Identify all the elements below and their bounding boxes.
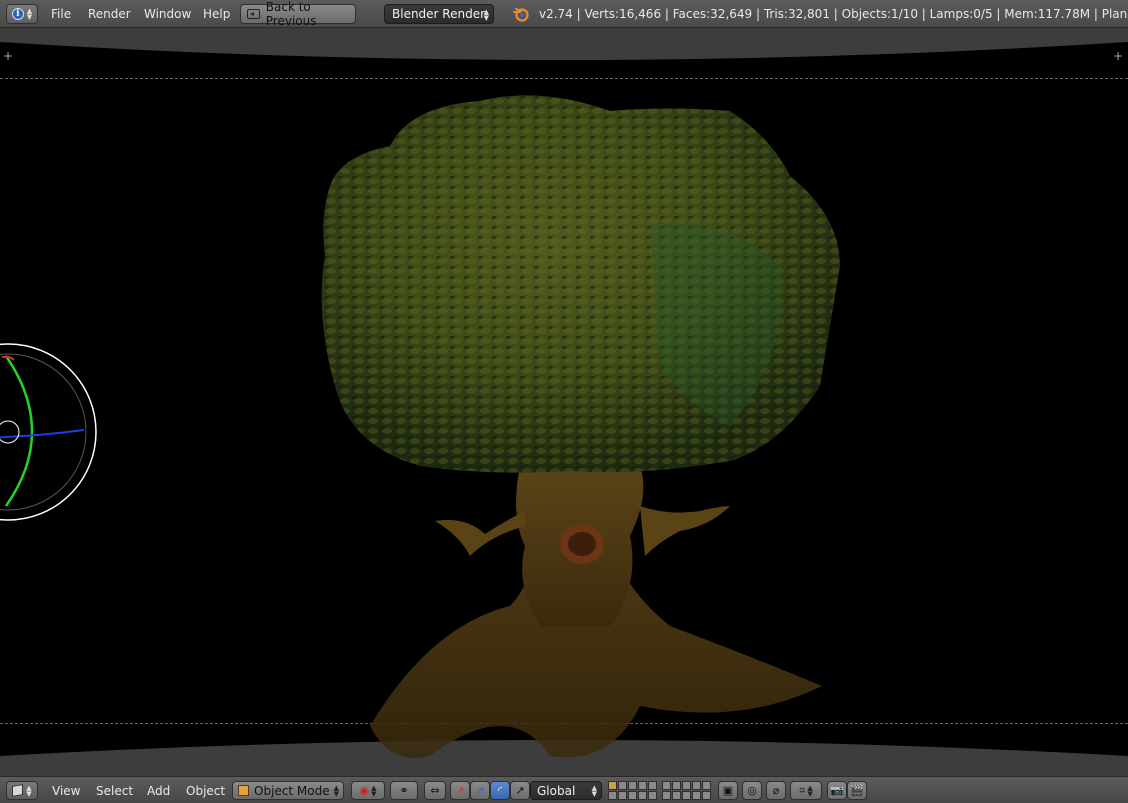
editor-type-button[interactable]: i ▲ ▼ <box>6 4 38 24</box>
layer-button[interactable] <box>662 791 671 800</box>
updown-arrows-icon: ▲ ▼ <box>26 7 33 21</box>
object-mode-icon <box>238 785 249 796</box>
menu-add[interactable]: Add <box>147 784 170 798</box>
render-engine-label: Blender Render <box>392 7 486 21</box>
layer-button[interactable] <box>638 781 647 790</box>
transform-orientation-label: Global <box>537 783 576 798</box>
viewport-top-band <box>0 28 1128 60</box>
translate-icon: ↗ <box>455 784 465 797</box>
layer-button[interactable] <box>692 781 701 790</box>
back-icon <box>247 9 260 19</box>
render-engine-select[interactable]: Blender Render ▲ ▼ <box>384 4 494 24</box>
rotate-icon: ◜ <box>497 784 503 797</box>
updown-arrows-icon: ▲ ▼ <box>483 8 489 22</box>
layer-button[interactable] <box>682 781 691 790</box>
manipulator-toggle-button[interactable]: ⇔ <box>424 781 446 800</box>
layer-button[interactable] <box>672 791 681 800</box>
updown-arrows-icon: ▲ ▼ <box>26 783 32 798</box>
transform-orientation-select[interactable]: Global ▲ ▼ <box>530 781 602 800</box>
layer-button[interactable] <box>702 791 711 800</box>
layer-button[interactable] <box>702 781 711 790</box>
updown-arrows-icon: ▲ ▼ <box>371 783 377 798</box>
layer-button[interactable] <box>618 781 627 790</box>
scene-layers-group-1[interactable] <box>608 781 657 800</box>
proportional-edit-button[interactable]: ◎ <box>742 781 762 800</box>
rotate-icon: ↗ <box>475 784 485 797</box>
layer-button[interactable] <box>638 791 647 800</box>
snap-target-icon: ⌗ <box>799 784 806 797</box>
layer-button[interactable] <box>608 791 617 800</box>
layer-button[interactable] <box>682 791 691 800</box>
rotate-manipulator-gizmo[interactable] <box>0 342 98 522</box>
blender-logo-icon <box>513 8 529 22</box>
area-split-icon[interactable]: + <box>1113 49 1123 63</box>
layer-button[interactable] <box>672 781 681 790</box>
scale-icon: ↗ <box>515 784 525 797</box>
info-header: i ▲ ▼ File Render Window Help Back to Pre… <box>0 0 1128 28</box>
menu-window[interactable]: Window <box>144 7 191 21</box>
layer-button[interactable] <box>618 791 627 800</box>
interaction-mode-select[interactable]: Object Mode ▲ ▼ <box>232 781 344 800</box>
layer-button[interactable] <box>628 781 637 790</box>
layer-button[interactable] <box>648 791 657 800</box>
3d-view-icon <box>12 784 24 797</box>
layer-button[interactable] <box>648 781 657 790</box>
3d-viewport[interactable]: + + <box>0 28 1128 776</box>
snap-icon: ⌀ <box>772 784 780 797</box>
snap-target-select[interactable]: ⌗ ▲ ▼ <box>790 781 822 800</box>
back-to-previous-label: Back to Previous <box>265 0 317 28</box>
layer-button[interactable] <box>628 791 637 800</box>
lock-camera-button[interactable]: ▣ <box>718 781 738 800</box>
menu-render[interactable]: Render <box>88 7 131 21</box>
menu-object[interactable]: Object <box>186 784 225 798</box>
scale-manipulator-button[interactable]: ↗ <box>510 781 530 800</box>
layer-button[interactable] <box>662 781 671 790</box>
layer-button[interactable] <box>608 781 617 790</box>
manipulator-toggle-icon: ⇔ <box>430 784 440 797</box>
tree-model[interactable] <box>310 66 850 766</box>
menu-help[interactable]: Help <box>203 7 230 21</box>
scene-layers-group-2[interactable] <box>662 781 711 800</box>
rotate-manipulator-button[interactable]: ↗ <box>470 781 490 800</box>
pivot-point-icon: ⚭ <box>399 784 409 797</box>
render-animation-icon: 🎬 <box>850 784 864 797</box>
render-animation-button[interactable]: 🎬 <box>847 781 867 800</box>
proportional-edit-icon: ◎ <box>747 784 757 797</box>
translate-manipulator-button[interactable]: ↗ <box>450 781 470 800</box>
3d-view-header: ▲ ▼ View Select Add Object Object Mode ▲ ▼… <box>0 776 1128 803</box>
scene-stats: v2.74 | Verts:16,466 | Faces:32,649 | Tr… <box>539 7 1128 21</box>
updown-arrows-icon: ▲ ▼ <box>333 784 339 798</box>
updown-arrows-icon: ▲ ▼ <box>807 783 813 798</box>
updown-arrows-icon: ▲ ▼ <box>591 784 597 798</box>
editor-type-button[interactable]: ▲ ▼ <box>6 781 38 800</box>
area-split-icon[interactable]: + <box>3 49 13 63</box>
menu-select[interactable]: Select <box>96 784 133 798</box>
menu-view[interactable]: View <box>52 784 80 798</box>
pivot-point-select[interactable]: ⚭ <box>390 781 418 800</box>
info-icon: i <box>11 8 24 20</box>
render-still-icon: 📷 <box>830 784 844 797</box>
rotate-mode-button[interactable]: ◜ <box>490 781 510 800</box>
viewport-shading-icon: ◉ <box>359 784 370 797</box>
snap-toggle-button[interactable]: ⌀ <box>766 781 786 800</box>
menu-file[interactable]: File <box>51 7 71 21</box>
lock-camera-icon: ▣ <box>722 784 734 797</box>
back-to-previous-button[interactable]: Back to Previous <box>240 0 356 28</box>
render-still-button[interactable]: 📷 <box>827 781 847 800</box>
layer-button[interactable] <box>692 791 701 800</box>
viewport-shading-select[interactable]: ◉ ▲ ▼ <box>351 781 385 800</box>
interaction-mode-label: Object Mode <box>254 783 330 798</box>
